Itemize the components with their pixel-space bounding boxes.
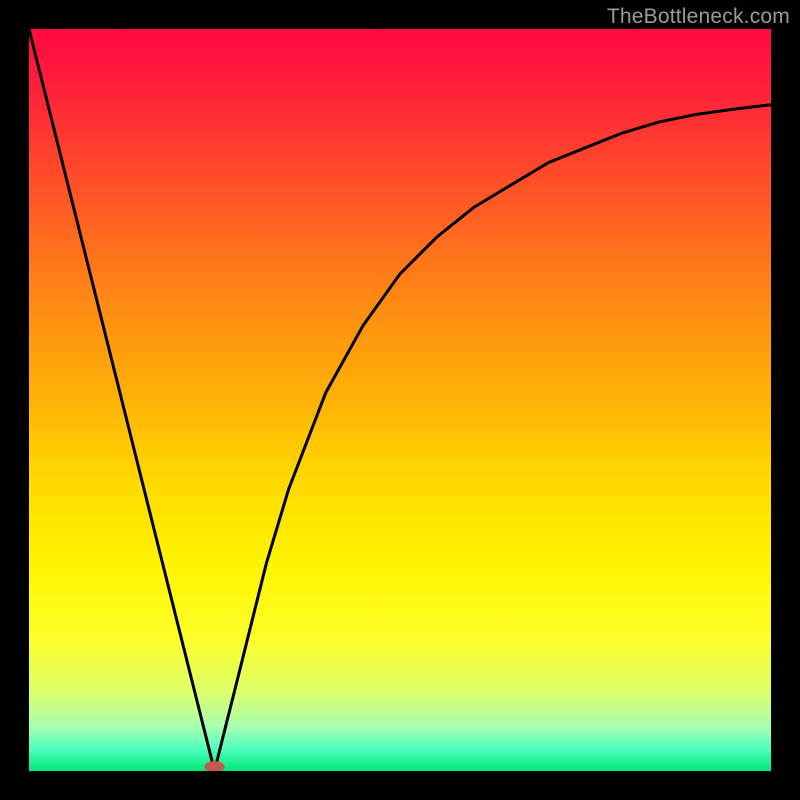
bottleneck-curve-svg — [29, 29, 771, 771]
chart-frame: TheBottleneck.com — [0, 0, 800, 800]
bottleneck-curve — [29, 29, 771, 771]
minimum-marker — [205, 761, 225, 771]
plot-area — [29, 29, 771, 771]
watermark-text: TheBottleneck.com — [607, 5, 790, 29]
